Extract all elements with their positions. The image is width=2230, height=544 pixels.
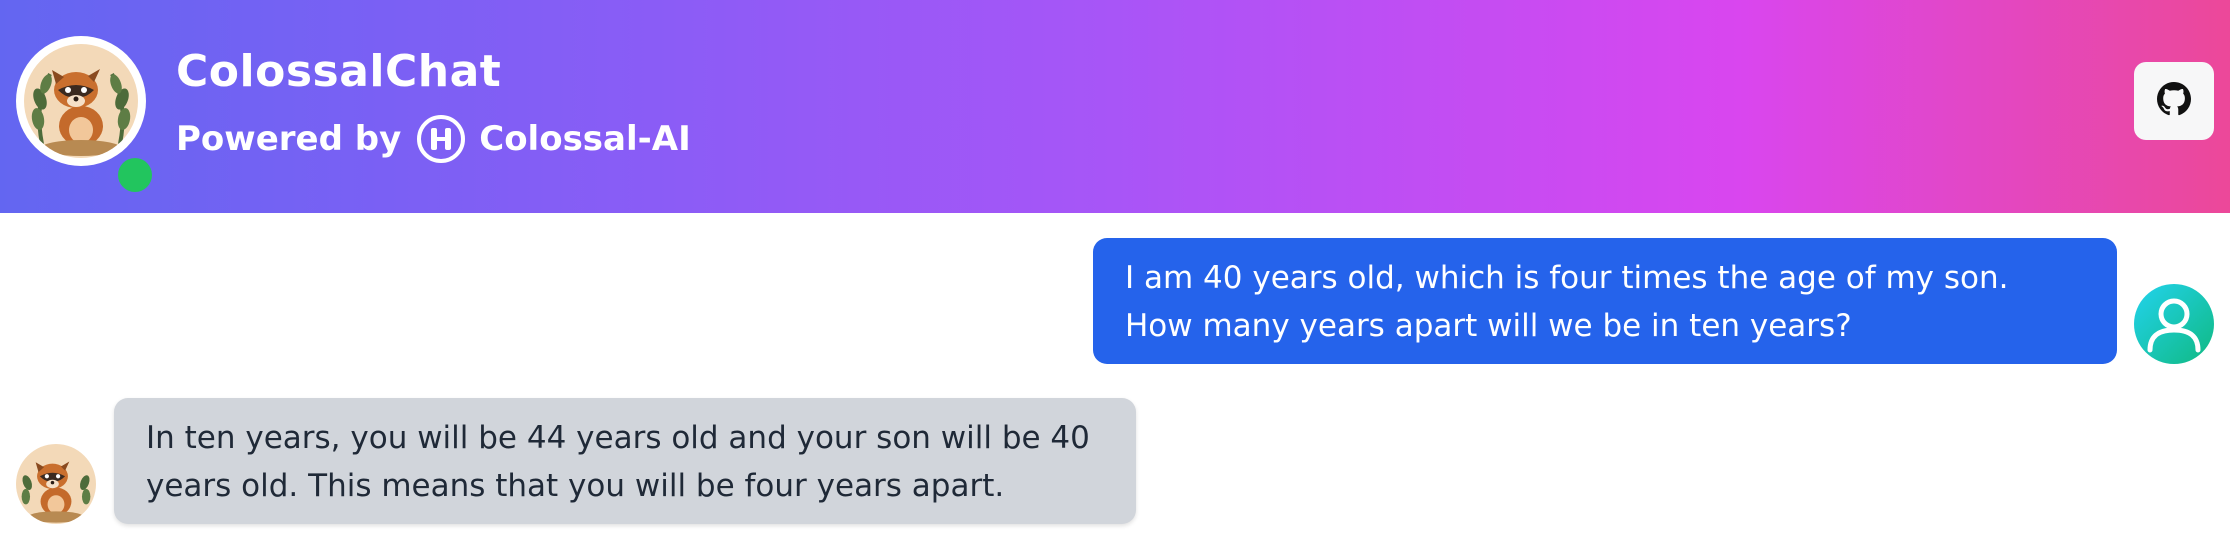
- user-icon: [2134, 298, 2214, 364]
- github-button[interactable]: [2134, 62, 2214, 140]
- raccoon-mascot-icon: [24, 44, 138, 158]
- assistant-message-text: In ten years, you will be 44 years old a…: [146, 420, 1090, 504]
- colossal-ai-logo-icon: [417, 115, 466, 163]
- online-status-dot: [118, 158, 152, 192]
- powered-by-label: Powered by: [176, 119, 402, 159]
- user-message-bubble: I am 40 years old, which is four times t…: [1093, 238, 2117, 364]
- brand-name: Colossal-AI: [479, 119, 691, 159]
- assistant-message-bubble: In ten years, you will be 44 years old a…: [114, 398, 1136, 524]
- github-icon: [2157, 82, 2191, 120]
- bot-logo-avatar: [16, 36, 152, 192]
- powered-by-line: Powered by Colossal-AI: [176, 114, 691, 164]
- user-avatar: [2134, 284, 2214, 364]
- app-title: ColossalChat: [176, 46, 502, 97]
- user-message-text: I am 40 years old, which is four times t…: [1125, 260, 2009, 344]
- app-header: ColossalChat Powered by Colossal-AI: [0, 0, 2230, 213]
- bot-avatar: [16, 444, 96, 524]
- raccoon-mascot-icon: [16, 444, 96, 524]
